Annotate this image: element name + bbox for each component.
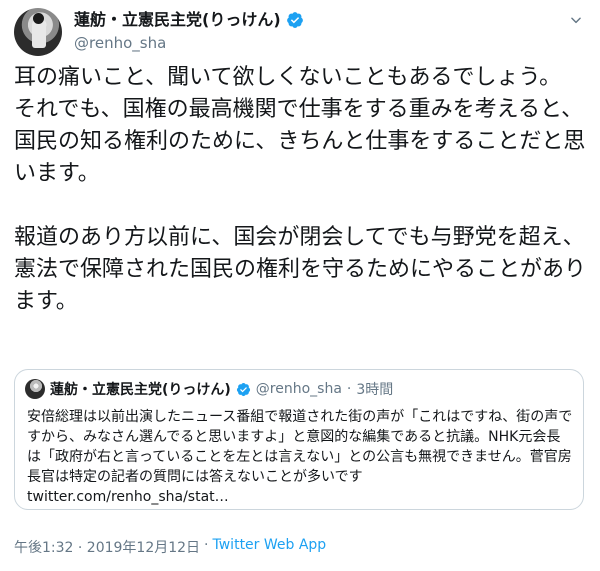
quoted-tweet-text: 安倍総理は以前出演したニュース番組で報道された街の声が「これはですね、街の声です… bbox=[27, 407, 573, 507]
handle[interactable]: @renho_sha bbox=[74, 33, 166, 53]
quoted-tweet-header: 蓮舫・立憲民主党(りっけん) @renho_sha · 3時間 bbox=[25, 378, 393, 400]
quoted-time: 3時間 bbox=[356, 382, 394, 398]
tweet-paragraph-2: 報道のあり方以前に、国会が閉会してでも与野党を超え、憲法で保障された国民の権利を… bbox=[14, 225, 587, 314]
tweet-text: 耳の痛いこと、聞いて欲しくないこともあるでしょう。 それでも、国権の最高機関で仕… bbox=[14, 62, 586, 318]
quoted-separator: · bbox=[346, 381, 352, 397]
chevron-down-icon[interactable] bbox=[566, 10, 586, 30]
quoted-text-body: 安倍総理は以前出演したニュース番組で報道された街の声が「これはですね、街の声です… bbox=[27, 409, 573, 485]
tweet-footer: 午後1:32 · 2019年12月12日 · Twitter Web App bbox=[14, 537, 326, 557]
tweet-card: 蓮舫・立憲民主党(りっけん) @renho_sha 耳の痛いこと、聞いて欲しくな… bbox=[0, 0, 600, 571]
source-link[interactable]: Twitter Web App bbox=[213, 537, 327, 557]
avatar[interactable] bbox=[14, 8, 62, 56]
display-name[interactable]: 蓮舫・立憲民主党(りっけん) bbox=[74, 10, 281, 30]
display-name-row[interactable]: 蓮舫・立憲民主党(りっけん) bbox=[74, 10, 304, 30]
quoted-avatar bbox=[25, 379, 45, 399]
tweet-paragraph-1: 耳の痛いこと、聞いて欲しくないこともあるでしょう。 それでも、国権の最高機関で仕… bbox=[14, 65, 586, 186]
timestamp[interactable]: 午後1:32 · 2019年12月12日 bbox=[14, 537, 200, 557]
verified-badge-icon bbox=[286, 12, 303, 28]
quoted-handle: @renho_sha bbox=[255, 381, 342, 397]
avatar-head bbox=[33, 13, 44, 24]
quoted-display-name: 蓮舫・立憲民主党(りっけん) bbox=[50, 382, 231, 398]
verified-badge-icon bbox=[236, 382, 250, 396]
quoted-tweet[interactable]: 蓮舫・立憲民主党(りっけん) @renho_sha · 3時間 安倍総理は以前出… bbox=[14, 369, 584, 510]
footer-separator: · bbox=[204, 537, 209, 553]
quoted-link[interactable]: twitter.com/renho_sha/stat… bbox=[27, 489, 229, 505]
